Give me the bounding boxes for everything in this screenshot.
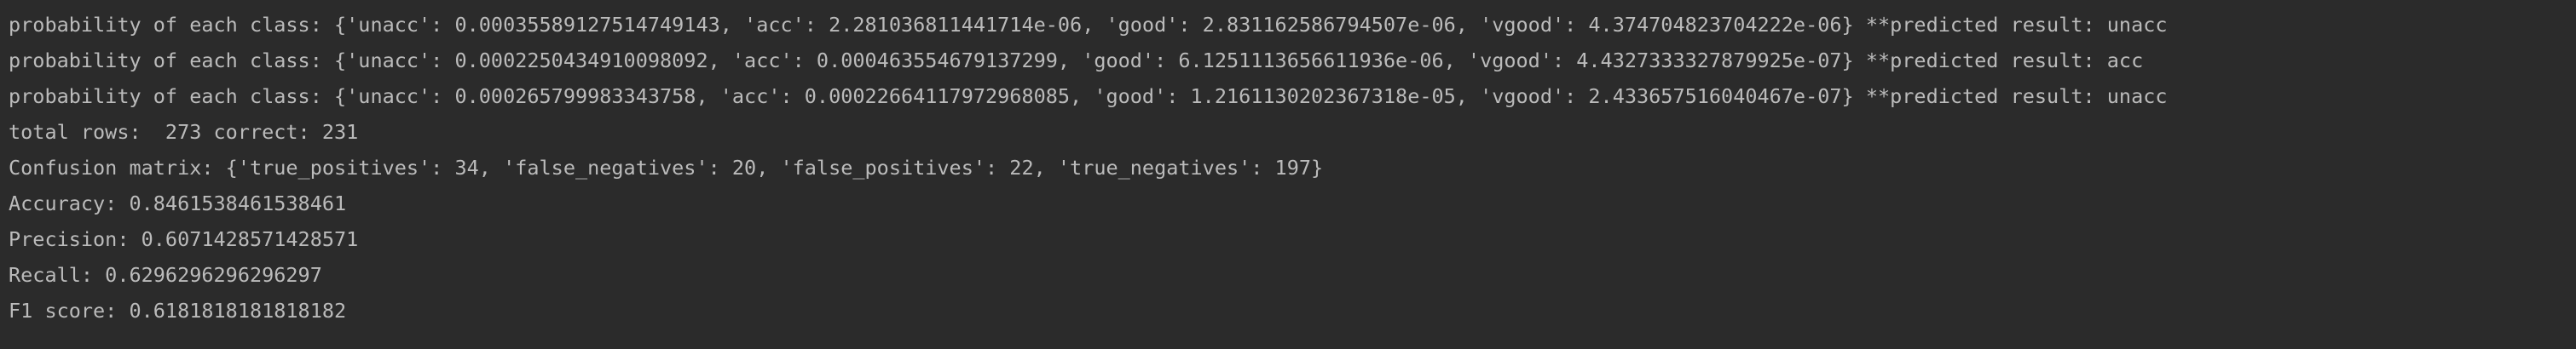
console-line-accuracy: Accuracy: 0.8461538461538461 xyxy=(9,192,347,215)
console-line-prediction-2: probability of each class: {'unacc': 0.0… xyxy=(9,49,2144,72)
console-line-precision: Precision: 0.6071428571428571 xyxy=(9,227,359,251)
console-line-recall: Recall: 0.6296296296296297 xyxy=(9,263,322,287)
console-line-f1-score: F1 score: 0.6181818181818182 xyxy=(9,299,347,323)
console-output[interactable]: probability of each class: {'unacc': 0.0… xyxy=(0,0,2576,349)
console-line-prediction-1: probability of each class: {'unacc': 0.0… xyxy=(9,13,2168,37)
console-line-prediction-3: probability of each class: {'unacc': 0.0… xyxy=(9,84,2168,108)
console-line-confusion-matrix: Confusion matrix: {'true_positives': 34,… xyxy=(9,156,1324,180)
console-line-total-rows: total rows: 273 correct: 231 xyxy=(9,120,359,144)
